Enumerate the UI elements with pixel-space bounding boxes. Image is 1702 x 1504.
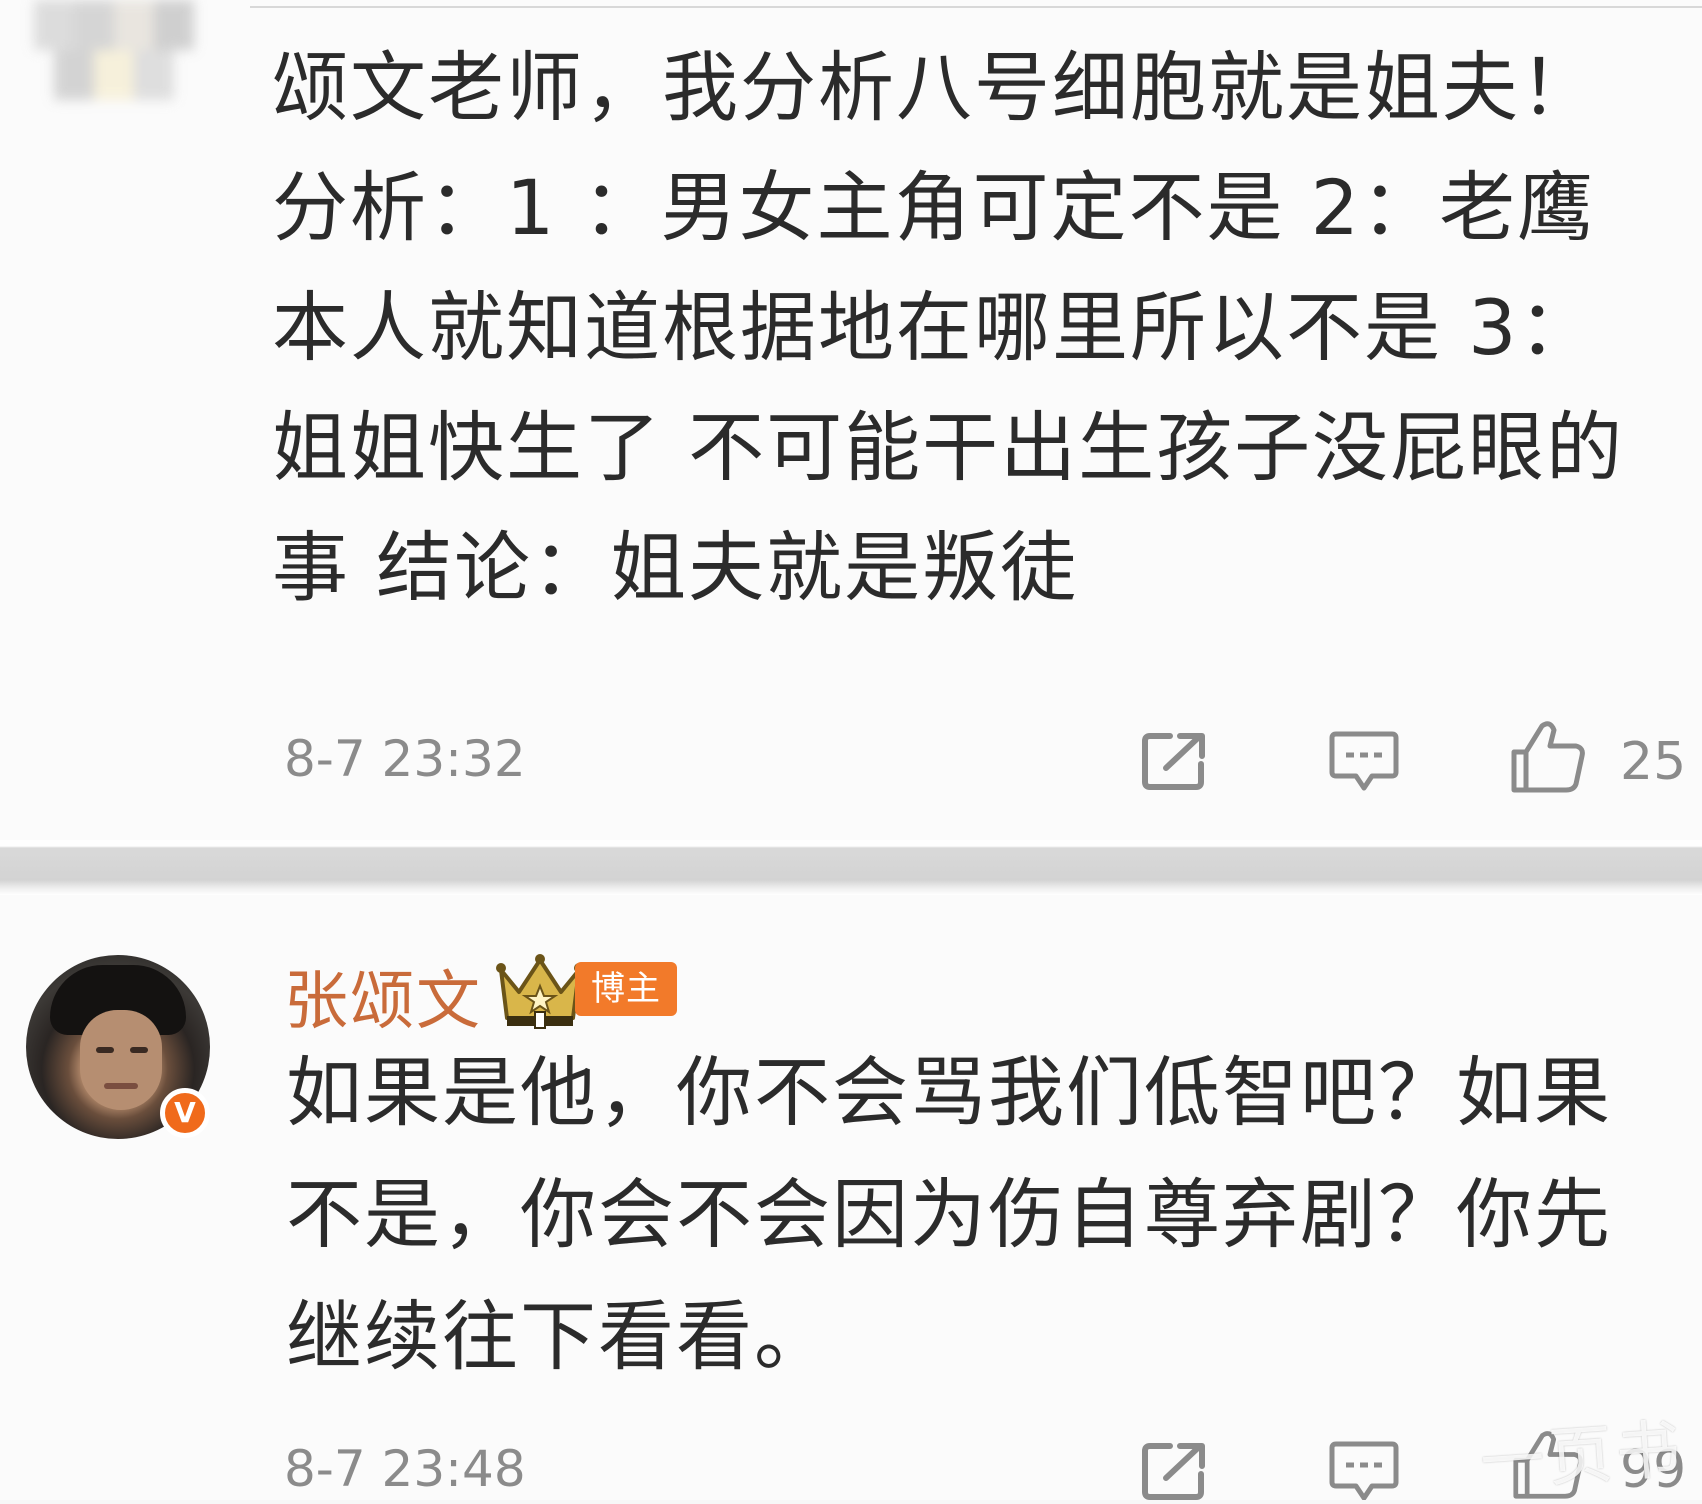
like-icon[interactable]: [1508, 718, 1588, 794]
crown-icon: [496, 954, 584, 1029]
share-icon[interactable]: [1140, 730, 1210, 792]
share-icon[interactable]: [1140, 1440, 1210, 1502]
section-separator: [0, 840, 1702, 895]
comment-card-1: 颂文老师，我分析八号细胞就是姐夫！分析：1 ：男女主角可定不是 2：老鹰本人就知…: [0, 0, 1702, 840]
blogger-badge: 博主: [575, 962, 677, 1016]
comment-timestamp: 8-7 23:32: [284, 730, 526, 788]
reply-text: 如果是他，你不会骂我们低智吧？如果不是，你会不会因为伤自尊弃剧？你先继续往下看看…: [286, 1048, 1612, 1381]
verified-icon: V: [160, 1088, 210, 1138]
reply-timestamp: 8-7 23:48: [284, 1440, 526, 1498]
divider: [250, 6, 1702, 8]
username[interactable]: 张颂文: [284, 950, 482, 1042]
blurred-avatar[interactable]: [14, 0, 204, 104]
comment-text: 颂文老师，我分析八号细胞就是姐夫！分析：1 ：男女主角可定不是 2：老鹰本人就知…: [272, 43, 1625, 612]
comment-icon[interactable]: [1328, 1438, 1400, 1500]
watermark: 一页书: [1478, 1412, 1687, 1502]
comment-icon[interactable]: [1328, 728, 1400, 796]
like-count: 25: [1620, 732, 1687, 792]
